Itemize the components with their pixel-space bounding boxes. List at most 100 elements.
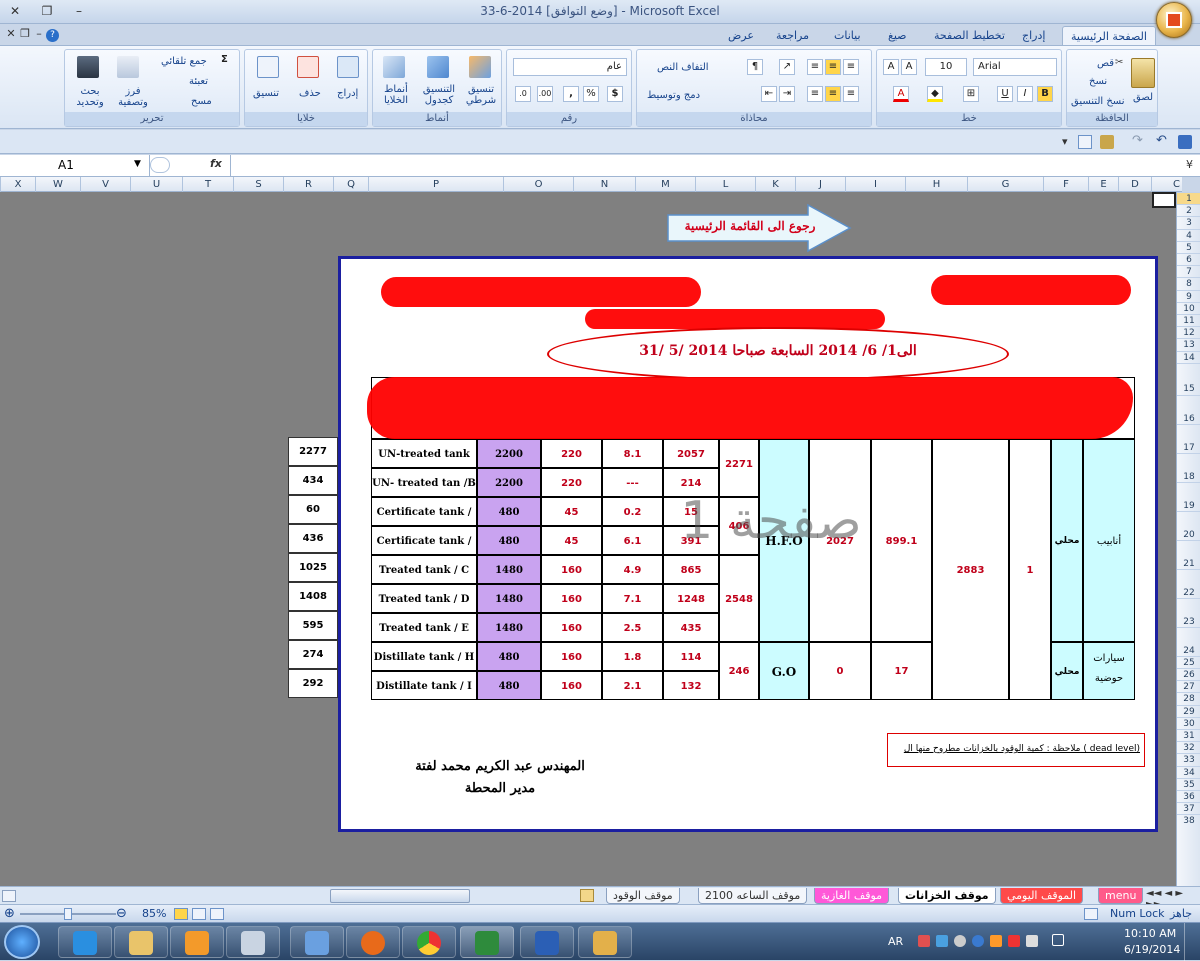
tank-capacity-cell[interactable]: 1480 <box>477 555 541 584</box>
column-header-h[interactable]: H <box>905 177 967 192</box>
row-header-8[interactable]: 8 <box>1177 277 1200 289</box>
autosum-button[interactable]: جمع تلقائي <box>161 56 207 67</box>
font-name-select[interactable]: Arial <box>973 58 1057 76</box>
row-header-10[interactable]: 10 <box>1177 301 1200 314</box>
sheet-tab-2100[interactable]: موقف الساعه 2100 <box>698 888 808 904</box>
taskbar-game[interactable] <box>290 926 344 958</box>
taskbar-firefox[interactable] <box>346 926 400 958</box>
italic-button[interactable]: I <box>1017 86 1033 102</box>
column-header-r[interactable]: R <box>283 177 333 192</box>
row-header-36[interactable]: 36 <box>1177 790 1200 802</box>
workbook-restore-icon[interactable]: ❐ <box>18 27 32 40</box>
group-k-cell[interactable]: 2548 <box>719 555 759 642</box>
taskbar-media[interactable] <box>170 926 224 958</box>
number-format-select[interactable]: عام <box>513 58 627 76</box>
tank-capacity-cell[interactable]: 2200 <box>477 468 541 497</box>
sheet-tab-fuel[interactable]: موقف الوقود <box>606 888 680 904</box>
tab-page-layout[interactable]: تخطيط الصفحة <box>926 26 1013 46</box>
tank-capacity-cell[interactable]: 480 <box>477 497 541 526</box>
volume-icon[interactable] <box>1052 934 1064 946</box>
tank-c3-cell[interactable]: 1248 <box>663 584 719 613</box>
insert-function-icon[interactable]: fx <box>210 157 222 170</box>
taskbar-chrome[interactable] <box>402 926 456 958</box>
side-total-cell[interactable]: 292 <box>288 669 338 698</box>
row-header-18[interactable]: 18 <box>1177 452 1200 482</box>
column-header-j[interactable]: J <box>795 177 845 192</box>
row-header-24[interactable]: 24 <box>1177 626 1200 656</box>
tray-icon-3[interactable] <box>954 935 966 947</box>
shrink-font-icon[interactable]: A <box>901 59 917 75</box>
row-header-31[interactable]: 31 <box>1177 729 1200 741</box>
e-count-cell[interactable]: 1 <box>1009 439 1051 700</box>
sort-filter-button[interactable]: فرز وتصفية <box>113 86 153 108</box>
sheet-tab-menu[interactable]: menu <box>1098 888 1144 904</box>
tank-c1-cell[interactable]: 160 <box>541 555 602 584</box>
network-icon[interactable] <box>1026 935 1038 947</box>
side-total-cell[interactable]: 436 <box>288 524 338 553</box>
row-header-21[interactable]: 21 <box>1177 539 1200 569</box>
column-header-e[interactable]: E <box>1088 177 1118 192</box>
align-center-icon[interactable]: ≡ <box>825 86 841 102</box>
clock-time[interactable]: 10:10 AM <box>1124 927 1176 940</box>
tank-c3-cell[interactable]: 2057 <box>663 439 719 468</box>
zoom-in-icon[interactable]: ⊕ <box>4 906 15 921</box>
form-icon[interactable] <box>1100 135 1114 149</box>
tank-c2-cell[interactable]: 4.9 <box>602 555 663 584</box>
tray-icon-4[interactable] <box>972 935 984 947</box>
tab-review[interactable]: مراجعة <box>768 26 817 46</box>
tank-capacity-cell[interactable]: 480 <box>477 671 541 700</box>
sheet-tab-daily[interactable]: الموقف اليومي <box>1000 888 1084 904</box>
column-header-i[interactable]: I <box>845 177 905 192</box>
cell-styles-button[interactable]: أنماط الخلايا <box>375 84 417 106</box>
tank-c3-cell[interactable]: 865 <box>663 555 719 584</box>
tank-capacity-cell[interactable]: 1480 <box>477 613 541 642</box>
sheet-tab-tanks[interactable]: موقف الخزانات <box>898 888 996 904</box>
zoom-level[interactable]: 85% <box>142 907 166 920</box>
tank-c3-cell[interactable]: 114 <box>663 642 719 671</box>
taskbar-calculator[interactable] <box>226 926 280 958</box>
customize-qat-icon[interactable]: ▾ <box>1062 135 1068 148</box>
column-header-g[interactable]: G <box>967 177 1043 192</box>
sheet-tab-gas[interactable]: موقف الغازية <box>814 888 890 904</box>
source-local-cell-2[interactable]: محلي <box>1051 642 1083 700</box>
side-total-cell[interactable]: 1025 <box>288 553 338 582</box>
align-middle-icon[interactable]: ≡ <box>825 59 841 75</box>
format-painter-button[interactable]: نسخ التنسيق <box>1071 96 1124 107</box>
row-header-13[interactable]: 13 <box>1177 338 1200 350</box>
page-break-view-icon[interactable] <box>174 908 188 920</box>
row-header-5[interactable]: 5 <box>1177 240 1200 253</box>
tab-view[interactable]: عرض <box>720 26 762 46</box>
tank-c1-cell[interactable]: 160 <box>541 642 602 671</box>
column-header-v[interactable]: V <box>80 177 130 192</box>
clock-date[interactable]: 6/19/2014 <box>1124 943 1180 956</box>
zoom-out-icon[interactable]: ⊖ <box>116 906 127 921</box>
row-header-15[interactable]: 15 <box>1177 362 1200 395</box>
align-right-icon[interactable]: ≡ <box>843 86 859 102</box>
row-header-26[interactable]: 26 <box>1177 668 1200 680</box>
tank-c2-cell[interactable]: 2.1 <box>602 671 663 700</box>
insert-sheet-icon[interactable] <box>580 889 594 902</box>
format-button[interactable]: تنسيق <box>253 88 279 99</box>
tank-name-cell[interactable]: Treated tank / E <box>371 613 477 642</box>
borders-icon[interactable]: ⊞ <box>963 86 979 102</box>
tank-c2-cell[interactable]: 1.8 <box>602 642 663 671</box>
zoom-slider-thumb[interactable] <box>64 908 72 920</box>
taskbar-word[interactable] <box>520 926 574 958</box>
action-center-icon[interactable] <box>1008 935 1020 947</box>
orientation-icon[interactable]: ↗ <box>779 59 795 75</box>
underline-button[interactable]: U <box>997 86 1013 102</box>
row-header-3[interactable]: 3 <box>1177 216 1200 228</box>
column-header-f[interactable]: F <box>1043 177 1088 192</box>
copy-button[interactable]: نسخ <box>1089 76 1107 87</box>
rtl-icon[interactable]: ¶ <box>747 59 763 75</box>
column-header-n[interactable]: N <box>573 177 635 192</box>
align-bottom-icon[interactable]: ≡ <box>807 59 823 75</box>
macro-record-icon[interactable] <box>1084 908 1098 920</box>
align-left-icon[interactable]: ≡ <box>807 86 823 102</box>
find-binoculars-icon[interactable] <box>77 56 99 78</box>
active-cell-a1[interactable] <box>1152 192 1176 208</box>
g-total-cell[interactable]: 2883 <box>932 439 1009 700</box>
expand-formula-bar-icon[interactable]: ¥ <box>1186 158 1193 171</box>
show-desktop-button[interactable] <box>1184 923 1200 961</box>
row-header-2[interactable]: 2 <box>1177 204 1200 216</box>
